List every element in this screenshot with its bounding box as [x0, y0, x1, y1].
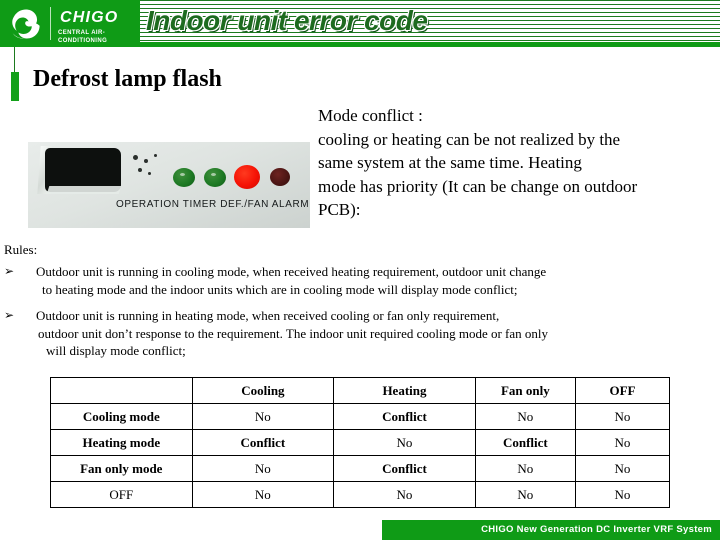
header-cell-cooling: Cooling	[191, 377, 335, 404]
header-cell-fan-only: Fan only	[474, 377, 576, 404]
table-row: Heating mode Conflict No Conflict No	[50, 429, 671, 456]
mode-conflict-line-4: mode has priority (It can be change on o…	[318, 176, 638, 196]
rule-item-1: ➢ Outdoor unit is running in cooling mod…	[4, 263, 720, 298]
panel-gloss-streak	[46, 186, 122, 194]
cell-off-heating: No	[333, 481, 476, 508]
panel-dot-5	[148, 172, 151, 175]
cell-off-fan-only: No	[474, 481, 576, 508]
panel-dot-1	[133, 155, 138, 160]
page-footer: CHIGO New Generation DC Inverter VRF Sys…	[382, 520, 720, 540]
led-specular-highlight	[211, 173, 216, 176]
page-header: CHIGO CENTRAL AIR-CONDITIONING Indoor un…	[0, 0, 720, 50]
rule-item-2-line-3: will display mode conflict;	[46, 343, 186, 358]
panel-dot-2	[144, 159, 148, 163]
operation-led	[173, 168, 195, 187]
cell-heating-fan-only: Conflict	[474, 429, 576, 456]
cell-heating-off: No	[574, 429, 671, 456]
cell-heating-heating: No	[333, 429, 476, 456]
rule-item-1-text: Outdoor unit is running in cooling mode,…	[4, 263, 720, 298]
cell-fan-only-heating: Conflict	[333, 455, 476, 482]
panel-dot-4	[138, 168, 142, 172]
defrost-fan-led	[234, 165, 260, 189]
mode-conflict-line-1: Mode conflict :	[318, 106, 423, 125]
cell-heating-cooling: Conflict	[191, 429, 335, 456]
cell-off-cooling: No	[191, 481, 335, 508]
rules-label: Rules:	[4, 242, 38, 257]
mode-conflict-line-5: PCB):	[318, 200, 361, 219]
row-label-fan-only-mode: Fan only mode	[50, 455, 193, 482]
mode-conflict-matrix-table: Cooling Heating Fan only OFF Cooling mod…	[50, 377, 671, 508]
rule-bullet-icon: ➢	[4, 308, 15, 322]
brand-name: CHIGO	[60, 9, 119, 26]
cell-cooling-off: No	[574, 403, 671, 430]
title-accent-bar	[11, 72, 19, 101]
row-label-cooling-mode: Cooling mode	[50, 403, 193, 430]
rule-item-1-line-2: to heating mode and the indoor units whi…	[42, 281, 518, 297]
footer-text: CHIGO New Generation DC Inverter VRF Sys…	[481, 524, 712, 535]
header-green-bar	[137, 42, 720, 47]
cell-fan-only-cooling: No	[191, 455, 335, 482]
chigo-swirl-icon	[12, 9, 40, 39]
alarm-led	[270, 168, 290, 186]
page-title: Defrost lamp flash	[33, 66, 222, 92]
mode-conflict-text: Mode conflict : cooling or heating can b…	[318, 104, 708, 222]
rule-item-2-text: Outdoor unit is running in heating mode,…	[4, 307, 720, 360]
rule-bullet-icon: ➢	[4, 264, 15, 278]
cell-cooling-cooling: No	[191, 403, 335, 430]
mode-conflict-line-3: same system at the same time. Heating	[318, 153, 582, 172]
header-cell-blank	[50, 377, 193, 404]
timer-led	[204, 168, 226, 187]
title-tick-line	[14, 47, 15, 72]
table-header-row: Cooling Heating Fan only OFF	[50, 377, 671, 404]
rule-item-1-line-1: Outdoor unit is running in cooling mode,…	[36, 264, 547, 279]
brand-logo-block: CHIGO CENTRAL AIR-CONDITIONING	[0, 0, 140, 47]
brand-tagline: CENTRAL AIR-CONDITIONING	[58, 30, 108, 44]
cell-cooling-heating: Conflict	[333, 403, 476, 430]
table-row: Cooling mode No Conflict No No	[50, 403, 671, 430]
rule-item-2-line-2: outdoor unit don’t response to the requi…	[38, 325, 549, 341]
row-label-off: OFF	[50, 481, 193, 508]
panel-led-labels: OPERATION TIMER DEF./FAN ALARM	[116, 199, 310, 210]
cell-fan-only-off: No	[574, 455, 671, 482]
indoor-unit-panel-photo: OPERATION TIMER DEF./FAN ALARM	[28, 142, 310, 228]
cell-cooling-fan-only: No	[474, 403, 576, 430]
led-specular-highlight	[180, 173, 185, 176]
header-title: Indoor unit error code	[146, 5, 428, 36]
header-cell-heating: Heating	[333, 377, 476, 404]
cell-off-off: No	[574, 481, 671, 508]
table-row: OFF No No No No	[50, 481, 671, 508]
rule-item-2-line-1: Outdoor unit is running in heating mode,…	[36, 308, 500, 323]
mode-conflict-line-2: cooling or heating can be not realized b…	[318, 129, 621, 149]
cell-fan-only-fan-only: No	[474, 455, 576, 482]
table-row: Fan only mode No Conflict No No	[50, 455, 671, 482]
logo-divider	[50, 7, 51, 40]
rule-item-2: ➢ Outdoor unit is running in heating mod…	[4, 307, 720, 360]
row-label-heating-mode: Heating mode	[50, 429, 193, 456]
panel-dot-3	[154, 154, 157, 157]
header-cell-off: OFF	[574, 377, 671, 404]
